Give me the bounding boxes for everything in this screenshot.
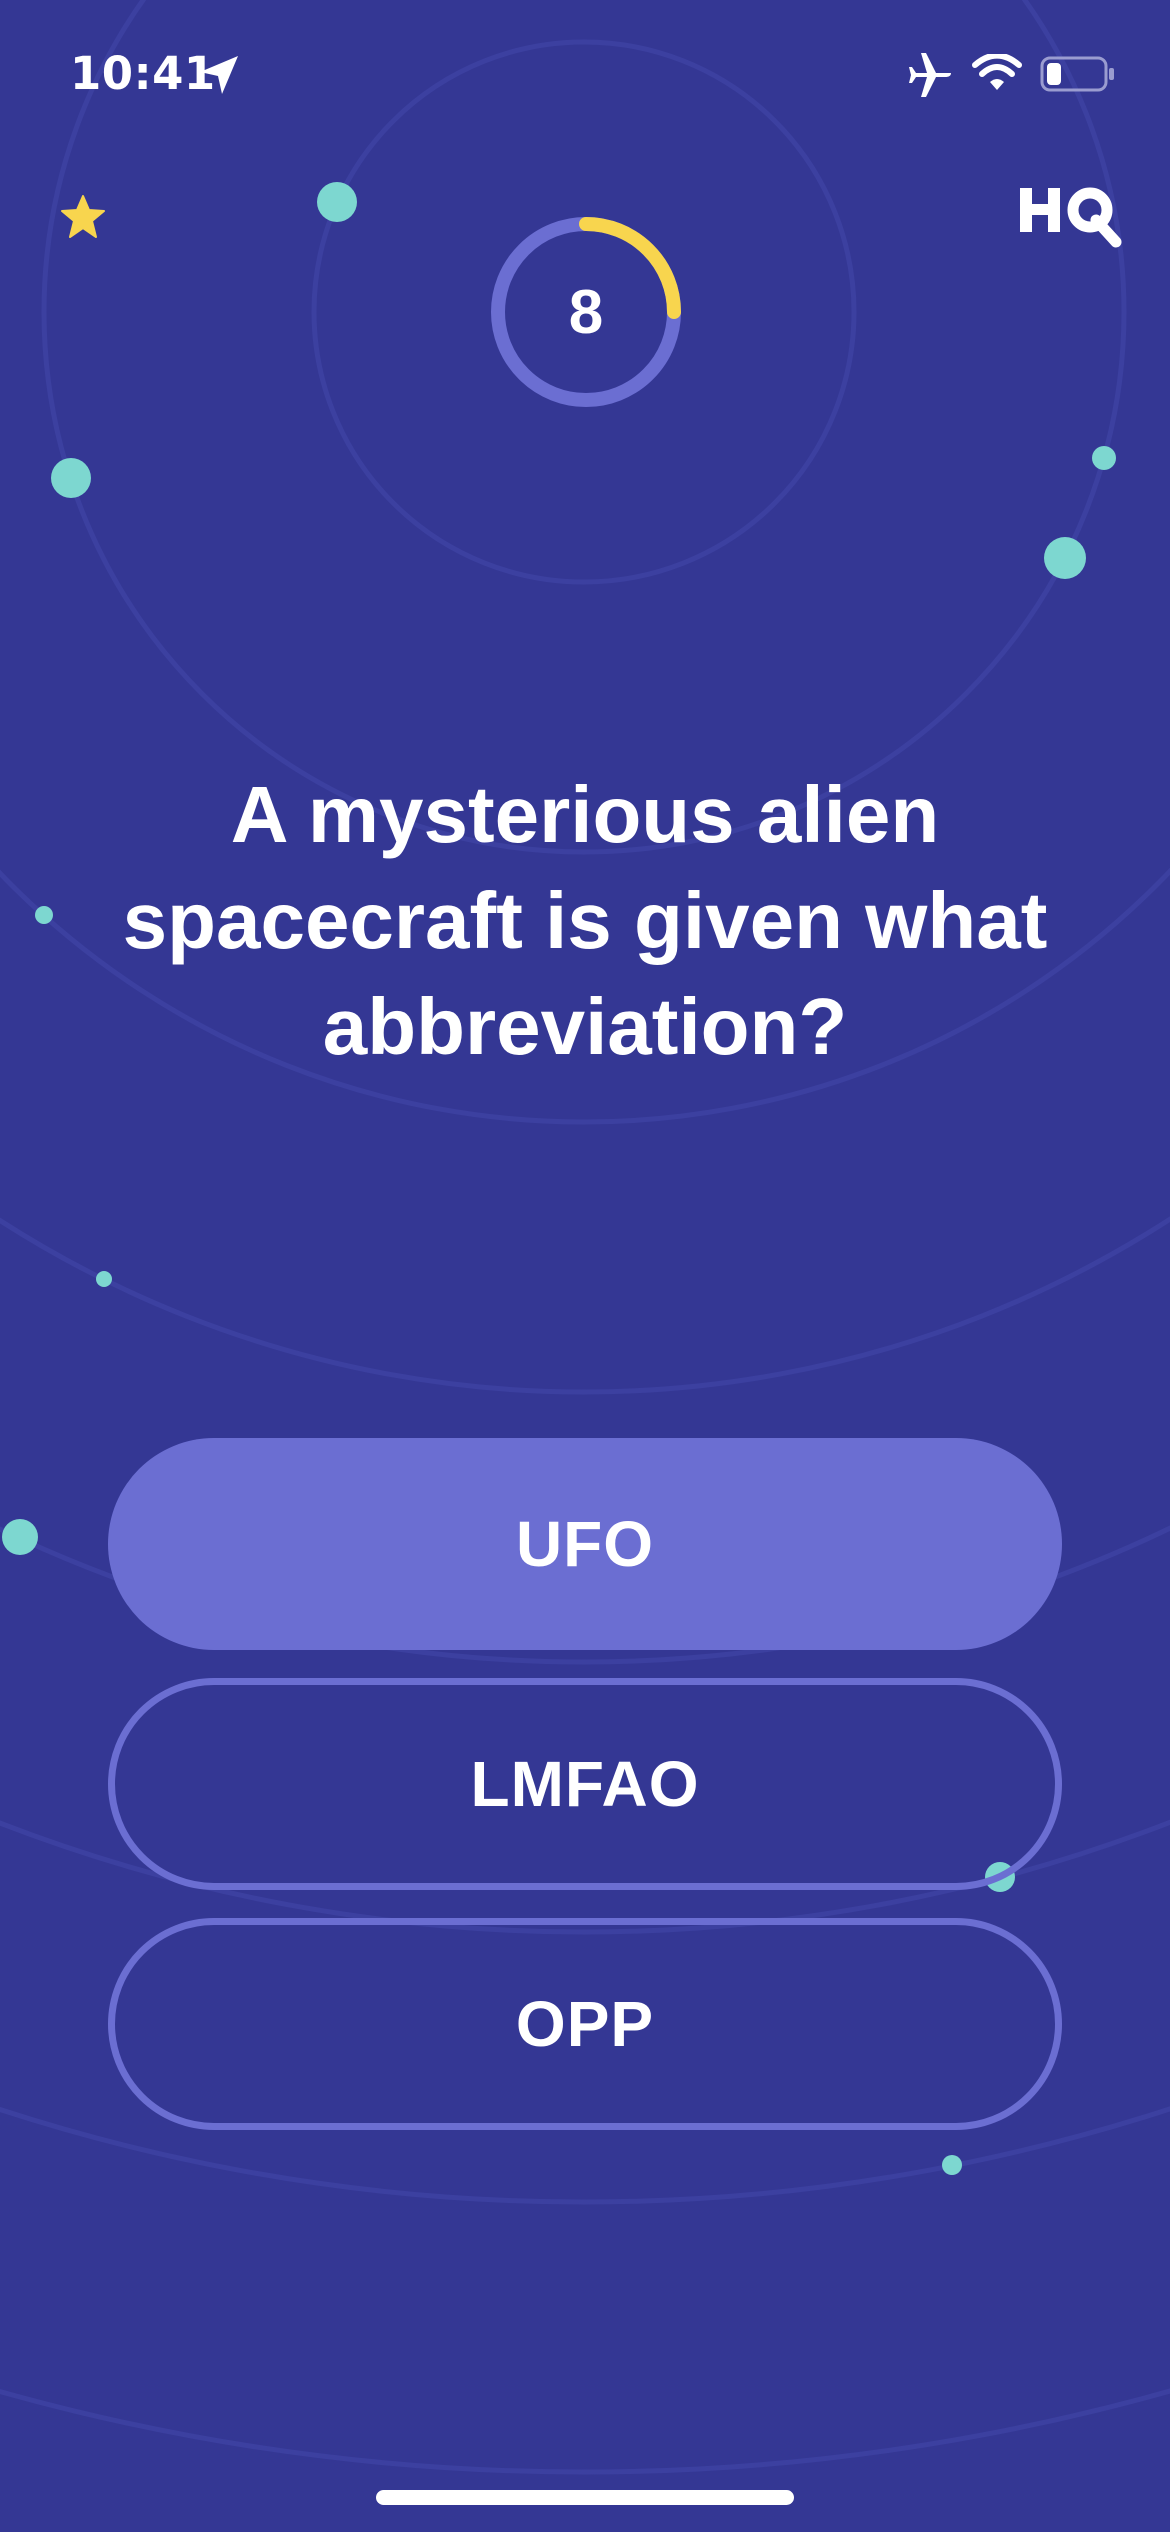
star-icon[interactable] (60, 194, 106, 240)
answer-option-opp[interactable]: OPP (108, 1918, 1062, 2130)
orbit-dot (96, 1271, 112, 1287)
location-arrow-icon (200, 56, 238, 94)
answer-label: LMFAO (470, 1748, 700, 1820)
status-time: 10:41 (70, 47, 216, 100)
orbit-dot (942, 2155, 962, 2175)
wifi-icon (972, 54, 1022, 90)
orbit-dot (1092, 446, 1116, 470)
answer-option-lmfao[interactable]: LMFAO (108, 1678, 1062, 1890)
question-text: A mysterious alien spacecraft is given w… (122, 770, 1048, 1071)
home-indicator[interactable] (376, 2490, 794, 2505)
orbit-ring (0, 1215, 1170, 1395)
battery-icon (1040, 56, 1114, 92)
orbit-dot (35, 906, 53, 924)
answer-label: OPP (515, 1988, 655, 2060)
orbit-dot (317, 182, 357, 222)
orbit-dot (51, 458, 91, 498)
countdown-seconds: 8 (568, 277, 604, 347)
orbit-dot (2, 1519, 38, 1555)
airplane-icon (909, 53, 951, 97)
hq-logo (1020, 187, 1122, 248)
status-bar: 10:41 (0, 0, 1170, 140)
answer-label: UFO (515, 1508, 655, 1580)
answer-option-ufo[interactable]: UFO (108, 1438, 1062, 1650)
orbit-dot (1044, 537, 1086, 579)
hq-trivia-screen: 10:41 8 A mysterious alien spacecraft is… (0, 0, 1170, 2532)
